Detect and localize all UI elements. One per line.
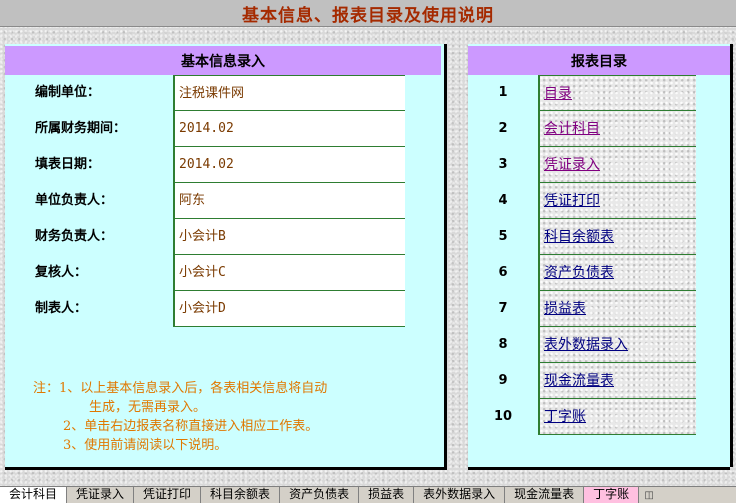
basic-info-header: 基本信息录入 bbox=[5, 46, 441, 75]
directory-number: 5 bbox=[498, 229, 508, 244]
directory-row: 7 损益表 bbox=[468, 291, 730, 327]
period-field[interactable]: 2014.02 bbox=[173, 111, 405, 147]
link-cash-flow[interactable]: 现金流量表 bbox=[538, 363, 696, 399]
field-label: 编制单位： bbox=[35, 85, 101, 100]
fill-date-field[interactable]: 2014.02 bbox=[173, 147, 405, 183]
form-row-unit-head: 单位负责人： 阿东 bbox=[5, 183, 447, 219]
finance-head-field[interactable]: 小会计B bbox=[173, 219, 405, 255]
tab-balance-sheet[interactable]: 资产负债表 bbox=[280, 487, 360, 503]
directory-row: 6 资产负债表 bbox=[468, 255, 730, 291]
note-line: 注：1、以上基本信息录入后，各表相关信息将自动 bbox=[33, 381, 328, 396]
tab-t-account[interactable]: 丁字账 bbox=[584, 487, 640, 503]
directory-row: 5 科目余额表 bbox=[468, 219, 730, 255]
tab-accounts[interactable]: 会计科目 bbox=[0, 487, 68, 503]
link-balance-sheet[interactable]: 资产负债表 bbox=[538, 255, 696, 291]
link-voucher-print[interactable]: 凭证打印 bbox=[538, 183, 696, 219]
link-t-account[interactable]: 丁字账 bbox=[538, 399, 696, 435]
preparer-field[interactable]: 小会计D bbox=[173, 291, 405, 327]
note-line: 2、单击右边报表名称直接进入相应工作表。 bbox=[63, 419, 319, 434]
directory-number: 2 bbox=[498, 121, 508, 136]
directory-number: 7 bbox=[498, 301, 508, 316]
tab-voucher-entry[interactable]: 凭证录入 bbox=[67, 487, 135, 503]
field-label: 财务负责人： bbox=[35, 229, 114, 244]
field-label: 单位负责人： bbox=[35, 193, 114, 208]
field-label: 填表日期： bbox=[35, 157, 101, 172]
directory-row: 3 凭证录入 bbox=[468, 147, 730, 183]
reviewer-field[interactable]: 小会计C bbox=[173, 255, 405, 291]
form-row-date: 填表日期： 2014.02 bbox=[5, 147, 447, 183]
note-line: 3、使用前请阅读以下说明。 bbox=[63, 438, 228, 453]
report-directory-panel: 报表目录 1 目录 2 会计科目 3 凭证录入 4 凭证打印 5 科目余额表 6… bbox=[468, 44, 733, 470]
link-voucher-entry[interactable]: 凭证录入 bbox=[538, 147, 696, 183]
field-label: 制表人： bbox=[35, 301, 88, 316]
form-row-preparer: 制表人： 小会计D bbox=[5, 291, 447, 327]
field-label: 所属财务期间： bbox=[35, 121, 127, 136]
directory-number: 6 bbox=[498, 265, 508, 280]
directory-row: 8 表外数据录入 bbox=[468, 327, 730, 363]
link-off-sheet-entry[interactable]: 表外数据录入 bbox=[538, 327, 696, 363]
tab-account-balance[interactable]: 科目余额表 bbox=[201, 487, 281, 503]
sheet-tab-bar: 会计科目 凭证录入 凭证打印 科目余额表 资产负债表 损益表 表外数据录入 现金… bbox=[0, 486, 736, 503]
report-directory-header: 报表目录 bbox=[468, 46, 730, 75]
tab-income-statement[interactable]: 损益表 bbox=[359, 487, 415, 503]
directory-number: 1 bbox=[498, 85, 508, 100]
directory-row: 4 凭证打印 bbox=[468, 183, 730, 219]
directory-row: 2 会计科目 bbox=[468, 111, 730, 147]
link-income-statement[interactable]: 损益表 bbox=[538, 291, 696, 327]
usage-notes: 注：1、以上基本信息录入后，各表相关信息将自动 生成，无需再录入。 2、单击右边… bbox=[33, 379, 433, 455]
link-account-balance[interactable]: 科目余额表 bbox=[538, 219, 696, 255]
form-row-unit: 编制单位： 注税课件网 bbox=[5, 75, 447, 111]
form-row-reviewer: 复核人： 小会计C bbox=[5, 255, 447, 291]
tab-cash-flow[interactable]: 现金流量表 bbox=[505, 487, 585, 503]
field-label: 复核人： bbox=[35, 265, 88, 280]
sheet-insert-icon[interactable]: ◫ bbox=[639, 487, 659, 503]
directory-number: 10 bbox=[493, 409, 513, 424]
form-row-finance-head: 财务负责人： 小会计B bbox=[5, 219, 447, 255]
tab-off-sheet-entry[interactable]: 表外数据录入 bbox=[414, 487, 506, 503]
form-row-period: 所属财务期间： 2014.02 bbox=[5, 111, 447, 147]
directory-number: 3 bbox=[498, 157, 508, 172]
directory-number: 4 bbox=[498, 193, 508, 208]
sheet-title-bar: 基本信息、报表目录及使用说明 bbox=[0, 0, 736, 27]
link-accounts[interactable]: 会计科目 bbox=[538, 111, 696, 147]
directory-row: 10 丁字账 bbox=[468, 399, 730, 435]
unit-head-field[interactable]: 阿东 bbox=[173, 183, 405, 219]
directory-row: 1 目录 bbox=[468, 75, 730, 111]
page-title: 基本信息、报表目录及使用说明 bbox=[242, 5, 494, 26]
directory-number: 9 bbox=[498, 373, 508, 388]
link-directory[interactable]: 目录 bbox=[538, 75, 696, 111]
tab-voucher-print[interactable]: 凭证打印 bbox=[134, 487, 202, 503]
directory-number: 8 bbox=[498, 337, 508, 352]
note-line: 生成，无需再录入。 bbox=[89, 400, 207, 415]
unit-name-field[interactable]: 注税课件网 bbox=[173, 75, 405, 111]
basic-info-panel: 基本信息录入 编制单位： 注税课件网 所属财务期间： 2014.02 填表日期：… bbox=[5, 44, 447, 470]
directory-row: 9 现金流量表 bbox=[468, 363, 730, 399]
